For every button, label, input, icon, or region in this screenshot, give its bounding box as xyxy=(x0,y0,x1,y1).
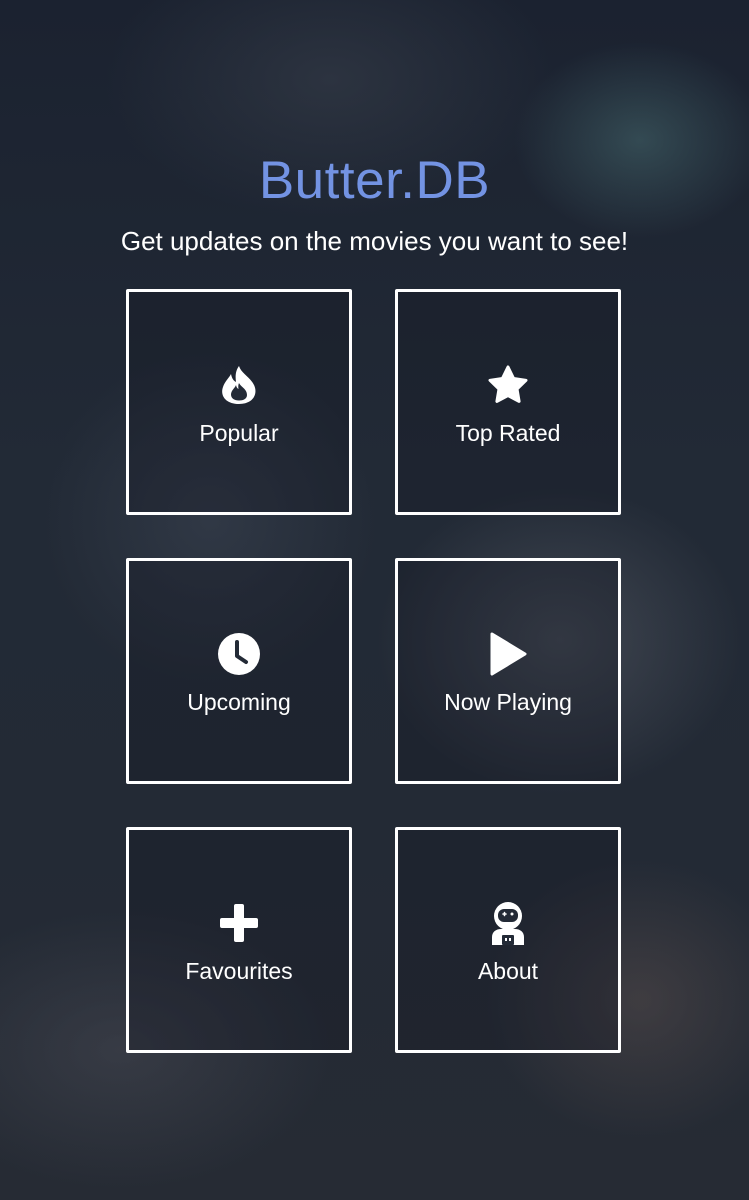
now-playing-label: Now Playing xyxy=(444,689,572,715)
popular-tile[interactable]: Popular xyxy=(126,289,352,515)
top-rated-tile[interactable]: Top Rated xyxy=(395,289,621,515)
play-icon xyxy=(398,632,618,676)
clock-icon xyxy=(129,632,349,676)
fire-icon xyxy=(129,363,349,407)
app-title: Butter.DB xyxy=(258,151,491,210)
popular-label: Popular xyxy=(199,420,279,446)
upcoming-label: Upcoming xyxy=(187,689,291,715)
upcoming-tile[interactable]: Upcoming xyxy=(126,558,352,784)
favourites-tile[interactable]: Favourites xyxy=(126,827,352,1053)
top-rated-label: Top Rated xyxy=(455,420,561,446)
about-label: About xyxy=(477,958,539,984)
plus-icon xyxy=(129,901,349,945)
astronaut-icon xyxy=(398,901,618,945)
home-screen: Butter.DB Get updates on the movies you … xyxy=(0,0,749,1200)
favourites-label: Favourites xyxy=(185,958,293,984)
now-playing-tile[interactable]: Now Playing xyxy=(395,558,621,784)
about-tile[interactable]: About xyxy=(395,827,621,1053)
app-tagline: Get updates on the movies you want to se… xyxy=(120,226,629,256)
star-icon xyxy=(398,363,618,407)
